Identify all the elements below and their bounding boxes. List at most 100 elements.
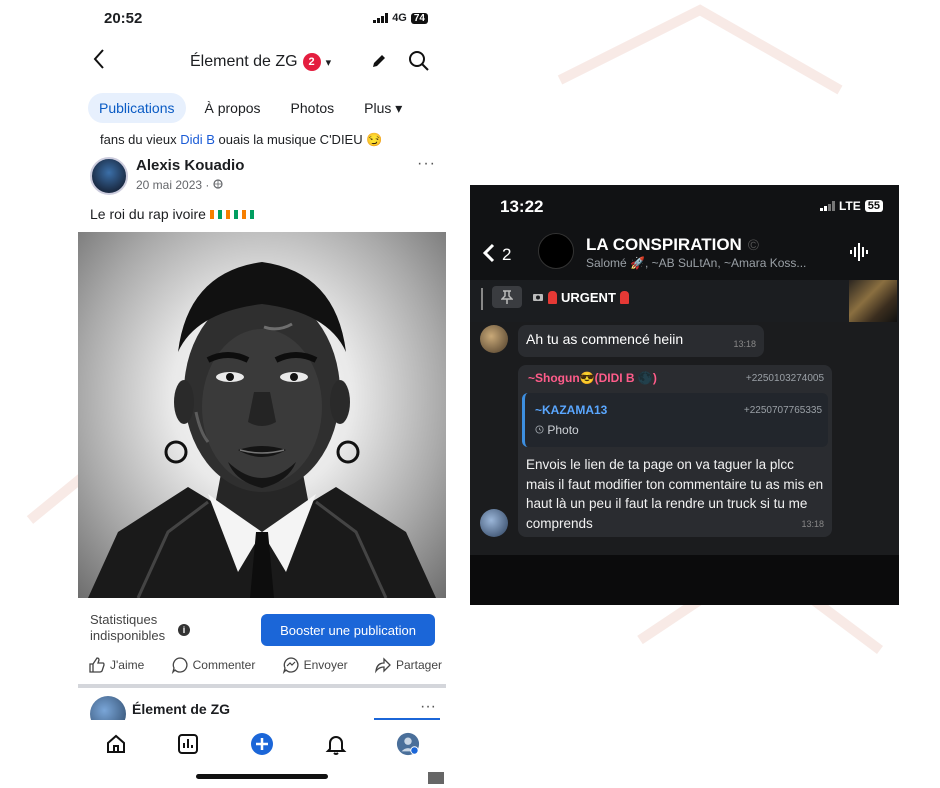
alarm-light-icon xyxy=(619,291,629,304)
send-button[interactable]: Envoyer xyxy=(282,656,348,674)
reply-content: Photo xyxy=(535,423,579,437)
profile-avatar-icon[interactable] xyxy=(396,732,420,756)
voice-chat-icon[interactable] xyxy=(849,241,869,268)
chevron-left-icon xyxy=(482,239,496,270)
page-title-group[interactable]: Élement de ZG 2 ▾ xyxy=(190,53,331,71)
status-indicators: 4G 74 xyxy=(373,12,428,24)
post-date: 20 mai 2023 · xyxy=(136,178,213,192)
post-menu-button[interactable]: ··· xyxy=(420,698,436,716)
snippet-text-after: ouais la musique C'DIEU 😏 xyxy=(214,132,383,147)
tab-publications[interactable]: Publications xyxy=(88,93,186,123)
flag-icon xyxy=(225,209,238,219)
insights-label: Statistiques indisponibles xyxy=(90,612,165,644)
flag-icon xyxy=(209,209,222,219)
post-image[interactable] xyxy=(78,232,446,598)
reply-sender: ~KAZAMA13 xyxy=(535,403,608,417)
message-bubble[interactable]: Ah tu as commencé heiin 13:18 xyxy=(518,325,764,357)
signal-icon xyxy=(373,13,389,23)
status-time: 13:22 xyxy=(500,197,544,216)
like-button[interactable]: J'aime xyxy=(88,656,144,674)
thumbs-up-icon xyxy=(89,657,105,673)
status-indicators: LTE 55 xyxy=(819,199,883,213)
camera-icon xyxy=(532,290,544,305)
message-text: Ah tu as commencé heiin xyxy=(526,331,684,347)
share-label: Partager xyxy=(395,658,442,672)
pinned-thumbnail xyxy=(849,280,897,322)
avatar[interactable] xyxy=(480,325,508,353)
tab-photos[interactable]: Photos xyxy=(280,93,346,123)
signal-icon xyxy=(819,201,835,211)
network-label: 4G xyxy=(392,12,407,24)
create-icon[interactable] xyxy=(250,732,274,756)
insights-label-line1: Statistiques xyxy=(90,612,158,627)
chat-title[interactable]: LA CONSPIRATION © xyxy=(586,235,759,255)
post-text-content: Le roi du rap ivoire xyxy=(90,206,206,222)
messenger-icon xyxy=(282,657,299,674)
home-indicator xyxy=(196,774,328,779)
reply-text: Photo xyxy=(547,423,579,437)
portrait-illustration xyxy=(88,262,436,598)
share-button[interactable]: Partager xyxy=(374,656,442,674)
feed-divider xyxy=(78,684,446,688)
pin-indicator xyxy=(481,288,483,310)
page-tabs: Publications À propos Photos Plus ▾ xyxy=(88,92,421,124)
status-bar: 20:52 4G 74 xyxy=(78,0,446,42)
battery-icon: 55 xyxy=(864,200,883,212)
insights-label-line2: indisponibles xyxy=(90,628,166,643)
boost-post-button[interactable]: Booster une publication xyxy=(261,614,435,646)
message-sender[interactable]: ~Shogun😎(DIDI B 🌑) xyxy=(528,371,657,385)
chevron-left-icon[interactable] xyxy=(92,48,106,77)
search-icon[interactable] xyxy=(408,50,430,77)
previous-post-snippet: fans du vieux Didi B ouais la musique C'… xyxy=(100,132,382,148)
post-actions: J'aime Commenter Envoyer Partager xyxy=(88,656,442,674)
tab-a-propos[interactable]: À propos xyxy=(194,93,272,123)
page-header: Élement de ZG 2 ▾ xyxy=(78,44,446,80)
unread-count: 2 xyxy=(502,244,512,264)
message-bubble[interactable]: ~Shogun😎(DIDI B 🌑) +2250103274005 ~KAZAM… xyxy=(518,365,832,537)
comment-button[interactable]: Commenter xyxy=(171,656,256,674)
pin-icon[interactable] xyxy=(492,286,522,308)
home-icon[interactable] xyxy=(104,732,128,756)
message-time: 13:18 xyxy=(733,339,756,349)
corner-mark xyxy=(428,772,444,784)
status-time: 20:52 xyxy=(104,10,143,27)
avatar[interactable] xyxy=(480,509,508,537)
snippet-text-before: fans du vieux xyxy=(100,132,181,147)
snippet-mention-link[interactable]: Didi B xyxy=(180,132,215,147)
comment-icon xyxy=(171,657,188,674)
notification-badge: 2 xyxy=(302,53,321,71)
post-text: Le roi du rap ivoire xyxy=(90,206,254,222)
post-meta: 20 mai 2023 · xyxy=(136,178,223,192)
caret-down-icon: ▾ xyxy=(325,56,332,69)
tab-plus[interactable]: Plus ▾ xyxy=(353,93,413,124)
post-header: Alexis Kouadio 20 mai 2023 · ··· xyxy=(90,155,440,199)
alarm-light-icon xyxy=(548,291,557,304)
share-icon xyxy=(375,657,391,674)
comment-label: Commenter xyxy=(192,658,256,672)
send-label: Envoyer xyxy=(303,658,348,672)
back-button[interactable]: 2 xyxy=(482,239,511,270)
avatar[interactable] xyxy=(90,157,128,195)
reply-quote[interactable]: ~KAZAMA13 +2250707765335 Photo xyxy=(522,393,828,447)
reply-phone: +2250707765335 xyxy=(743,405,822,416)
post-author[interactable]: Alexis Kouadio xyxy=(136,157,244,174)
clock-icon xyxy=(535,423,547,437)
message-text: Envois le lien de ta page on va taguer l… xyxy=(526,457,824,531)
telegram-screenshot: 13:22 LTE 55 2 LA CONSPIRATION © Salomé … xyxy=(470,185,899,605)
bottom-navigation xyxy=(78,720,446,770)
globe-icon xyxy=(213,178,223,192)
insights-icon[interactable] xyxy=(176,732,200,756)
info-icon[interactable]: i xyxy=(178,624,190,636)
pinned-message-text: URGENT xyxy=(532,290,629,305)
post-menu-button[interactable]: ··· xyxy=(417,155,436,173)
message-time: 13:18 xyxy=(801,519,824,529)
next-post-author[interactable]: Élement de ZG xyxy=(132,701,230,717)
like-label: J'aime xyxy=(110,658,145,672)
next-post-header: Élement de ZG ··· xyxy=(90,696,440,732)
chat-title-text: LA CONSPIRATION xyxy=(586,235,742,254)
avatar[interactable] xyxy=(538,233,574,269)
pencil-icon[interactable] xyxy=(370,52,388,75)
pinned-message-bar[interactable]: URGENT xyxy=(470,280,899,322)
bell-icon[interactable] xyxy=(324,732,348,756)
battery-icon: 74 xyxy=(410,12,428,24)
